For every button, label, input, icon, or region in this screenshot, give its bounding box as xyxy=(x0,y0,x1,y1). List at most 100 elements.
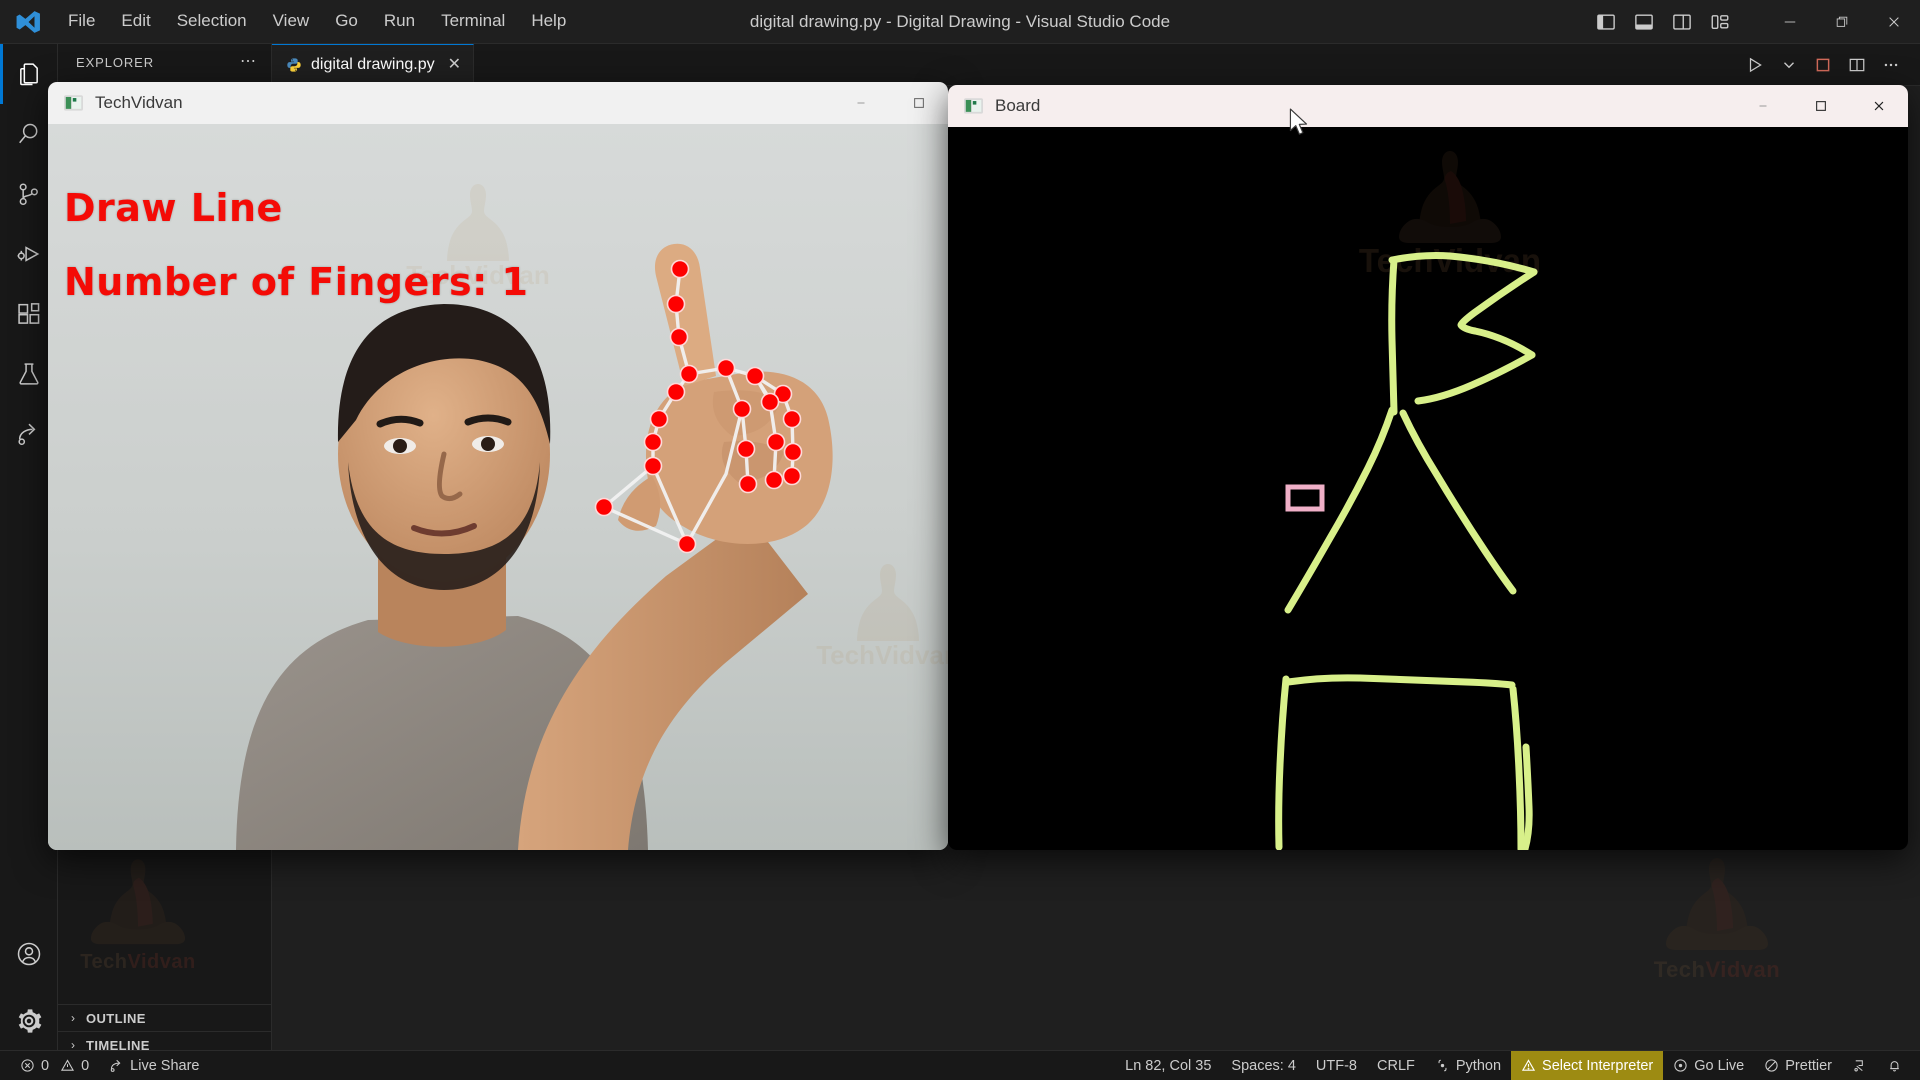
status-language-mode[interactable]: Python xyxy=(1425,1051,1511,1080)
menu-file[interactable]: File xyxy=(56,6,107,36)
vscode-window: File Edit Selection View Go Run Terminal… xyxy=(0,0,1920,1080)
status-go-live[interactable]: Go Live xyxy=(1663,1051,1754,1080)
status-bar: 0 0 Live Share Ln 82, Col 35 Spaces: 4 U… xyxy=(0,1050,1920,1080)
menu-run[interactable]: Run xyxy=(372,6,427,36)
opencv-window-icon xyxy=(64,94,83,113)
run-dropdown-chevron-icon[interactable] xyxy=(1774,50,1804,80)
editor-actions xyxy=(1740,44,1920,85)
accounts-button[interactable] xyxy=(0,924,58,984)
encoding-label: UTF-8 xyxy=(1315,1057,1357,1074)
cursor-position-label: Ln 82, Col 35 xyxy=(1125,1057,1212,1074)
status-indentation[interactable]: Spaces: 4 xyxy=(1221,1051,1306,1080)
window-minimize-button[interactable] xyxy=(1764,0,1816,44)
prettier-label: Prettier xyxy=(1785,1057,1832,1074)
tab-digital-drawing-py[interactable]: digital drawing.py ✕ xyxy=(272,44,475,85)
error-count: 0 xyxy=(41,1057,50,1074)
board-drawing: TechVidvan xyxy=(1275,151,1541,850)
sidebar-section-label: OUTLINE xyxy=(86,1010,146,1026)
indentation-label: Spaces: 4 xyxy=(1231,1057,1296,1074)
warning-count: 0 xyxy=(81,1057,90,1074)
window-restore-button[interactable] xyxy=(1816,0,1868,44)
toggle-panel-icon[interactable] xyxy=(1628,6,1660,38)
language-mode-label: Python xyxy=(1455,1057,1502,1074)
svg-text:TechVidvan: TechVidvan xyxy=(1359,242,1541,279)
tab-label: digital drawing.py xyxy=(311,56,435,73)
board-window-titlebar[interactable]: Board xyxy=(948,85,1908,127)
status-problems[interactable]: 0 0 xyxy=(10,1051,99,1080)
status-select-interpreter[interactable]: Select Interpreter xyxy=(1511,1050,1664,1080)
watermark-text-1: Tech xyxy=(1653,957,1706,982)
menu-bar: File Edit Selection View Go Run Terminal… xyxy=(56,6,578,36)
vscode-logo-icon xyxy=(0,0,56,44)
sidebar-header: EXPLORER ⋯ xyxy=(76,53,257,70)
toggle-primary-sidebar-icon[interactable] xyxy=(1590,6,1622,38)
window-close-button[interactable] xyxy=(1868,0,1920,44)
title-bar: File Edit Selection View Go Run Terminal… xyxy=(0,0,1920,44)
board-minimize-button[interactable] xyxy=(1734,85,1792,127)
editor-tab-bar: digital drawing.py ✕ xyxy=(272,44,1920,86)
live-share-label: Live Share xyxy=(130,1057,200,1074)
opencv-window-icon xyxy=(964,97,983,116)
python-file-icon xyxy=(286,57,302,73)
error-icon xyxy=(21,1059,34,1072)
board-window-title: Board xyxy=(995,96,1041,115)
python-icon xyxy=(1438,1059,1447,1072)
more-actions-icon[interactable] xyxy=(1876,50,1906,80)
stop-icon[interactable] xyxy=(1808,50,1838,80)
status-eol[interactable]: CRLF xyxy=(1367,1051,1425,1080)
drawing-board-canvas[interactable]: TechVidvan xyxy=(948,127,1908,850)
camera-feed: TechVidvan TechVidvan Draw Line Number o… xyxy=(48,124,948,850)
tab-close-icon[interactable]: ✕ xyxy=(448,57,461,73)
drawing-cursor-rect xyxy=(1285,484,1325,512)
board-window-controls xyxy=(1734,85,1908,127)
live-share-icon xyxy=(110,1059,121,1072)
customize-layout-icon[interactable] xyxy=(1704,6,1736,38)
opencv-board-window[interactable]: Board TechVidvan xyxy=(948,85,1908,850)
eol-label: CRLF xyxy=(1377,1057,1415,1074)
run-python-file-icon[interactable] xyxy=(1740,50,1770,80)
status-remote-indicator[interactable] xyxy=(1842,1051,1877,1080)
menu-terminal[interactable]: Terminal xyxy=(429,6,517,36)
status-prettier[interactable]: Prettier xyxy=(1754,1051,1842,1080)
status-cursor-position[interactable]: Ln 82, Col 35 xyxy=(1115,1051,1221,1080)
board-watermark: TechVidvan xyxy=(1359,151,1541,279)
camera-mode-text: Draw Line xyxy=(64,186,283,230)
sidebar-section-outline[interactable]: › OUTLINE xyxy=(58,1004,271,1031)
menu-help[interactable]: Help xyxy=(519,6,578,36)
board-maximize-button[interactable] xyxy=(1792,85,1850,127)
menu-edit[interactable]: Edit xyxy=(109,6,162,36)
camera-window-titlebar[interactable]: TechVidvan xyxy=(48,82,948,124)
camera-fingers-text: Number of Fingers: 1 xyxy=(64,260,529,304)
manage-settings-button[interactable] xyxy=(0,984,58,1058)
status-encoding[interactable]: UTF-8 xyxy=(1306,1051,1367,1080)
camera-maximize-button[interactable] xyxy=(890,82,948,124)
status-bar-left: 0 0 Live Share xyxy=(0,1051,209,1080)
split-editor-icon[interactable] xyxy=(1842,50,1872,80)
bell-icon xyxy=(1890,1061,1899,1072)
camera-minimize-button[interactable] xyxy=(832,82,890,124)
svg-text:TechVidvan: TechVidvan xyxy=(816,640,948,670)
status-bar-right: Ln 82, Col 35 Spaces: 4 UTF-8 CRLF Pytho… xyxy=(1115,1050,1920,1080)
prettier-check-icon xyxy=(1765,1059,1778,1072)
select-interpreter-label: Select Interpreter xyxy=(1542,1057,1654,1074)
camera-window-controls xyxy=(832,82,948,124)
opencv-camera-window[interactable]: TechVidvan TechVidvan TechVidvan Draw Li… xyxy=(48,82,948,850)
go-live-label: Go Live xyxy=(1694,1057,1745,1074)
status-notifications[interactable] xyxy=(1877,1051,1912,1080)
board-close-button[interactable] xyxy=(1850,85,1908,127)
chevron-right-icon: › xyxy=(71,1011,75,1025)
techvidvan-watermark: TechVidvan xyxy=(1652,854,1782,983)
menu-selection[interactable]: Selection xyxy=(165,6,259,36)
watermark-text-2: Vidvan xyxy=(1705,957,1781,982)
layout-controls xyxy=(1590,6,1736,38)
status-live-share[interactable]: Live Share xyxy=(99,1051,209,1080)
remote-indicator-icon xyxy=(1854,1060,1863,1072)
menu-go[interactable]: Go xyxy=(323,6,370,36)
broadcast-icon xyxy=(1674,1059,1687,1072)
toggle-secondary-sidebar-icon[interactable] xyxy=(1666,6,1698,38)
titlebar-right xyxy=(1590,0,1920,44)
camera-frame-image: TechVidvan TechVidvan xyxy=(48,124,948,850)
warning-icon xyxy=(61,1059,75,1071)
menu-view[interactable]: View xyxy=(261,6,322,36)
meditating-figure-icon xyxy=(1666,858,1768,950)
